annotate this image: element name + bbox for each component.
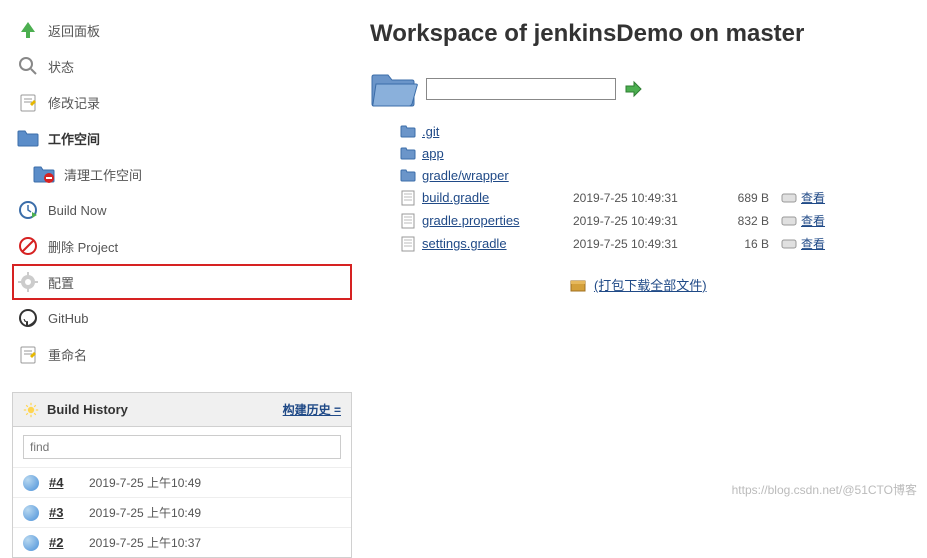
sidebar-item-delete-project[interactable]: 删除 Project [12,228,352,264]
sidebar-item-status[interactable]: 状态 [12,48,352,84]
dir-name-link[interactable]: .git [422,124,567,139]
dir-row[interactable]: gradle/wrapper [400,164,907,186]
sidebar-item-rename[interactable]: 重命名 [12,336,352,372]
file-date: 2019-7-25 10:49:31 [573,214,713,228]
go-arrow-icon[interactable] [624,80,642,98]
file-small-icon [400,190,416,206]
forbidden-icon [16,234,40,258]
sidebar-item-configure[interactable]: 配置 [12,264,352,300]
fingerprint-icon [781,192,797,204]
folder-open-icon [370,68,418,110]
build-number-link[interactable]: #4 [49,475,79,490]
build-date: 2019-7-25 上午10:49 [89,474,201,491]
sidebar-item-label: 配置 [48,273,74,292]
dir-row[interactable]: app [400,142,907,164]
download-all: (打包下载全部文件) [370,275,907,295]
sun-icon [23,402,39,418]
file-size: 832 B [719,214,769,228]
main-content: Workspace of jenkinsDemo on master .git … [360,0,927,504]
file-small-icon [400,236,416,252]
dir-name-link[interactable]: app [422,146,567,161]
folder-delete-icon [32,162,56,186]
page-title: Workspace of jenkinsDemo on master [370,20,907,48]
folder-small-icon [400,123,416,139]
sidebar-item-label: GitHub [48,311,88,326]
watermark: https://blog.csdn.net/@51CTO博客 [732,481,917,498]
sidebar-item-back[interactable]: 返回面板 [12,12,352,48]
file-view-link[interactable]: 查看 [801,189,825,206]
folder-small-icon [400,145,416,161]
build-date: 2019-7-25 上午10:49 [89,504,201,521]
file-size: 689 B [719,191,769,205]
build-status-ball-icon [23,535,39,551]
build-history-header: Build History 构建历史 = [13,393,351,427]
build-history-panel: Build History 构建历史 = #4 2019-7-25 上午10:4… [12,392,352,558]
file-row: build.gradle 2019-7-25 10:49:31 689 B 查看 [400,186,907,209]
file-date: 2019-7-25 10:49:31 [573,237,713,251]
sidebar-item-changes[interactable]: 修改记录 [12,84,352,120]
file-name-link[interactable]: build.gradle [422,190,567,205]
github-icon [16,306,40,330]
dir-row[interactable]: .git [400,120,907,142]
sidebar-item-label: 返回面板 [48,21,100,40]
path-input[interactable] [426,78,616,100]
sidebar: 返回面板 状态 修改记录 工作空间 清理工作空间 [0,0,360,504]
build-history-search-input[interactable] [23,435,341,459]
build-status-ball-icon [23,505,39,521]
sidebar-item-label: 清理工作空间 [64,165,142,184]
file-view-link[interactable]: 查看 [801,212,825,229]
sidebar-item-label: Build Now [48,203,107,218]
gear-icon [16,270,40,294]
build-history-search [13,427,351,467]
download-all-link[interactable]: (打包下载全部文件) [594,278,707,293]
file-small-icon [400,213,416,229]
fingerprint-icon [781,238,797,250]
build-number-link[interactable]: #3 [49,505,79,520]
build-row[interactable]: #3 2019-7-25 上午10:49 [13,497,351,527]
folder-small-icon [400,167,416,183]
file-name-link[interactable]: settings.gradle [422,236,567,251]
build-status-ball-icon [23,475,39,491]
sidebar-item-wipe-workspace[interactable]: 清理工作空间 [12,156,352,192]
file-row: gradle.properties 2019-7-25 10:49:31 832… [400,209,907,232]
edit-icon [16,342,40,366]
sidebar-item-label: 删除 Project [48,237,118,256]
file-view-link[interactable]: 查看 [801,235,825,252]
up-arrow-icon [16,18,40,42]
clock-play-icon [16,198,40,222]
file-date: 2019-7-25 10:49:31 [573,191,713,205]
fingerprint-icon [781,215,797,227]
magnifier-icon [16,54,40,78]
build-history-trend-link[interactable]: 构建历史 = [283,401,341,418]
build-row[interactable]: #4 2019-7-25 上午10:49 [13,467,351,497]
file-size: 16 B [719,237,769,251]
file-row: settings.gradle 2019-7-25 10:49:31 16 B … [400,232,907,255]
sidebar-item-label: 工作空间 [48,129,100,148]
build-row[interactable]: #2 2019-7-25 上午10:37 [13,527,351,557]
sidebar-item-workspace[interactable]: 工作空间 [12,120,352,156]
sidebar-item-build-now[interactable]: Build Now [12,192,352,228]
build-number-link[interactable]: #2 [49,535,79,550]
dir-name-link[interactable]: gradle/wrapper [422,168,567,183]
notepad-icon [16,90,40,114]
build-date: 2019-7-25 上午10:37 [89,534,201,551]
package-icon [570,278,586,295]
sidebar-item-label: 修改记录 [48,93,100,112]
file-name-link[interactable]: gradle.properties [422,213,567,228]
build-history-title: Build History [47,402,128,417]
folder-icon [16,126,40,150]
sidebar-item-label: 状态 [48,57,74,76]
sidebar-item-label: 重命名 [48,345,87,364]
folder-path-bar [370,68,907,110]
file-list: .git app gradle/wrapper build.gradle 201… [400,120,907,255]
sidebar-item-github[interactable]: GitHub [12,300,352,336]
